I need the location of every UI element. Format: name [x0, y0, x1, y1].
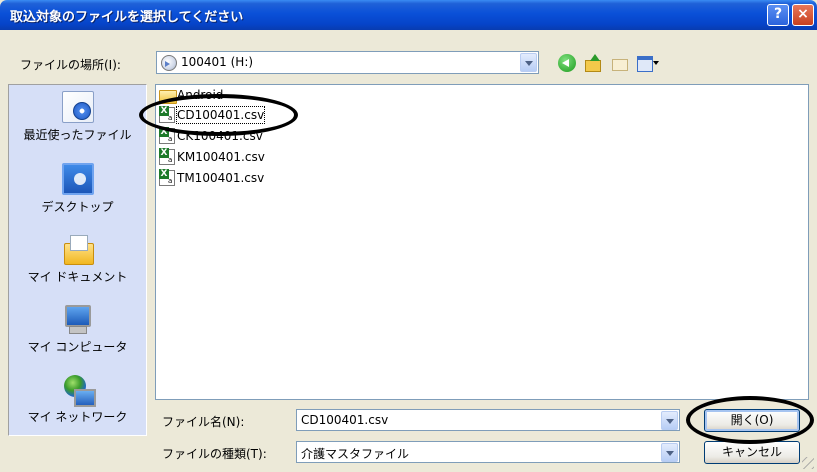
list-item[interactable]: TM100401.csv [159, 169, 265, 188]
excel-csv-icon [159, 169, 175, 186]
list-item[interactable]: KM100401.csv [159, 148, 265, 167]
folder-icon [159, 87, 177, 104]
place-my-network[interactable]: マイ ネットワーク [9, 373, 146, 425]
resize-grip[interactable] [802, 457, 814, 469]
up-folder-icon[interactable] [584, 54, 602, 72]
file-name: CD100401.csv [175, 106, 266, 124]
cancel-button[interactable]: キャンセル [704, 441, 800, 464]
place-label: マイ ドキュメント [27, 270, 128, 284]
title-bar[interactable]: 取込対象のファイルを選択してください ? × [0, 0, 817, 30]
my-network-icon [62, 373, 96, 407]
places-bar: 最近使ったファイル デスクトップ マイ ドキュメント マイ コンピュータ マイ … [8, 84, 147, 436]
file-name: Android [177, 88, 224, 102]
help-icon: ? [773, 6, 783, 22]
file-list[interactable]: Android CD100401.csv CK100401.csv KM1004… [155, 84, 809, 400]
open-button[interactable]: 開く(O) [704, 409, 800, 432]
back-icon[interactable] [558, 54, 576, 72]
filetype-value: 介護マスタファイル [301, 447, 410, 461]
excel-csv-icon [159, 106, 175, 123]
recent-documents-icon [61, 91, 94, 123]
excel-csv-icon [159, 127, 175, 144]
look-in-dropdown[interactable]: 100401 (H:) [156, 51, 539, 74]
new-folder-icon[interactable] [611, 54, 629, 72]
my-documents-icon [62, 233, 94, 265]
place-my-documents[interactable]: マイ ドキュメント [9, 233, 146, 285]
chevron-down-icon[interactable] [661, 411, 678, 430]
close-icon: × [797, 6, 809, 22]
place-desktop[interactable]: デスクトップ [9, 163, 146, 215]
look-in-value: 100401 (H:) [181, 55, 254, 69]
excel-csv-icon [159, 148, 175, 165]
file-name: KM100401.csv [177, 150, 265, 164]
place-my-computer[interactable]: マイ コンピュータ [9, 303, 146, 355]
filename-input[interactable]: CD100401.csv [296, 409, 680, 431]
file-name: CK100401.csv [177, 129, 263, 143]
list-item[interactable]: CD100401.csv [159, 106, 266, 125]
list-item[interactable]: CK100401.csv [159, 127, 263, 146]
place-label: デスクトップ [41, 200, 114, 214]
filename-label: ファイル名(N): [162, 415, 245, 429]
place-label: マイ コンピュータ [27, 340, 128, 354]
my-computer-icon [62, 303, 94, 335]
help-button[interactable]: ? [767, 4, 789, 26]
place-recent-documents[interactable]: 最近使ったファイル [9, 91, 146, 143]
views-menu-icon[interactable] [636, 54, 659, 72]
chevron-down-icon[interactable] [661, 443, 678, 462]
filetype-select[interactable]: 介護マスタファイル [296, 441, 680, 463]
file-name: TM100401.csv [177, 171, 265, 185]
chevron-down-icon[interactable] [520, 53, 537, 72]
filetype-label: ファイルの種類(T): [162, 447, 267, 461]
window-title: 取込対象のファイルを選択してください [10, 10, 244, 25]
place-label: 最近使ったファイル [23, 128, 132, 142]
cd-drive-icon [161, 55, 177, 71]
filename-value: CD100401.csv [301, 413, 389, 427]
desktop-icon [61, 163, 94, 195]
look-in-label: ファイルの場所(I): [20, 58, 121, 72]
list-item[interactable]: Android [159, 87, 223, 105]
place-label: マイ ネットワーク [27, 410, 128, 424]
close-button[interactable]: × [792, 4, 814, 26]
